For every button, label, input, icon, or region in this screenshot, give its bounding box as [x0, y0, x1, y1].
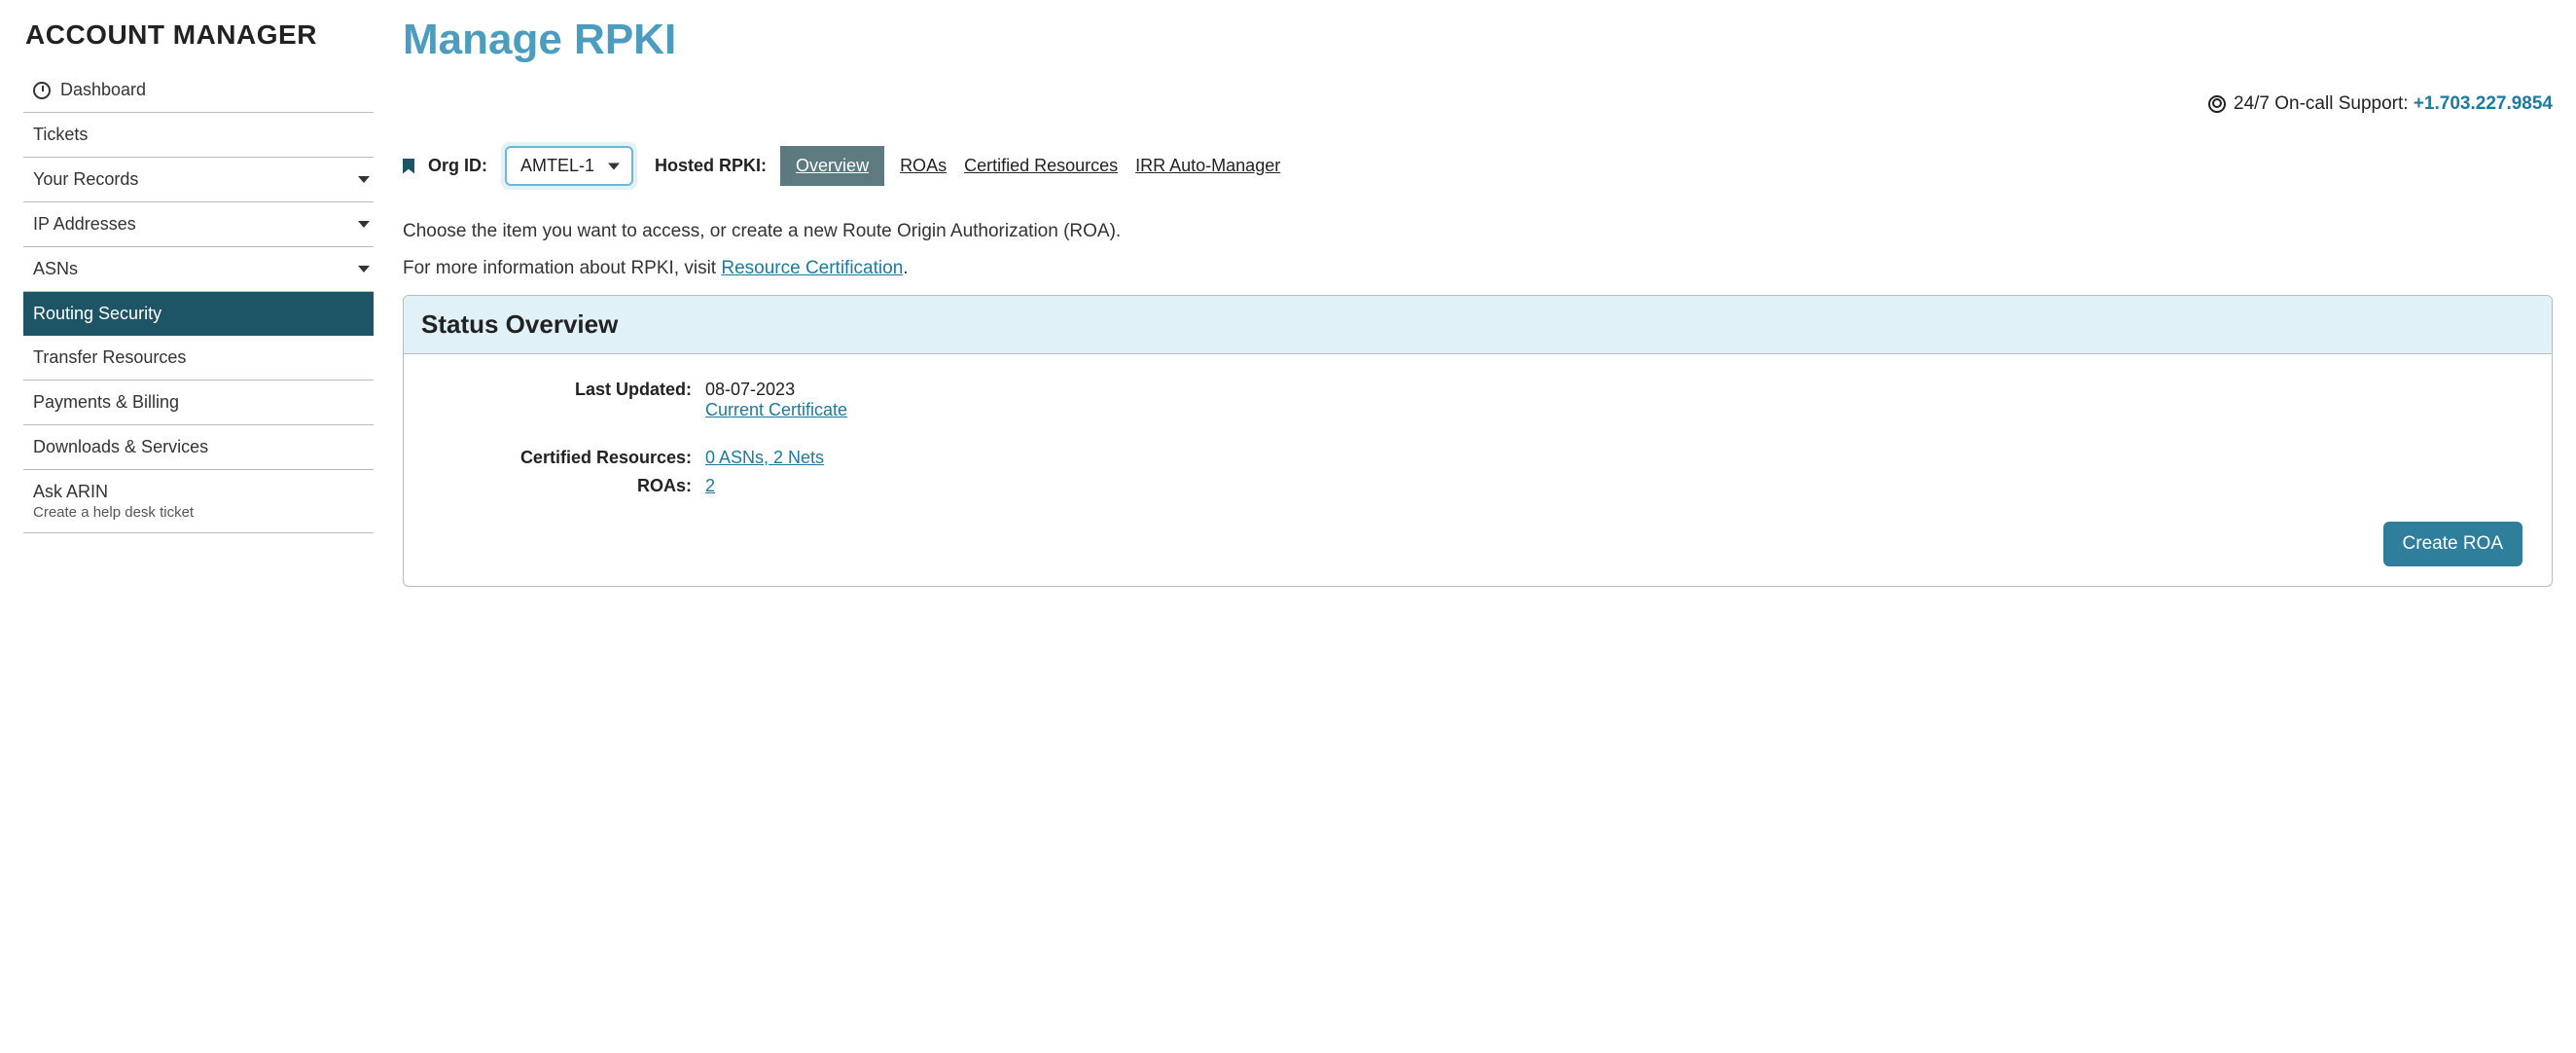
panel-actions: Create ROA: [433, 504, 2522, 566]
create-roa-button[interactable]: Create ROA: [2383, 522, 2522, 566]
sidebar-title: ACCOUNT MANAGER: [23, 19, 374, 51]
certified-resources-label: Certified Resources:: [433, 448, 705, 468]
sidebar-item-payments-billing[interactable]: Payments & Billing: [23, 381, 374, 425]
chevron-down-icon: [358, 176, 370, 183]
chevron-down-icon: [358, 221, 370, 228]
sidebar-item-label: Tickets: [33, 125, 88, 145]
sidebar-item-your-records[interactable]: Your Records: [23, 158, 374, 202]
sidebar-item-routing-security[interactable]: Routing Security: [23, 292, 374, 336]
sidebar-item-label: Dashboard: [60, 80, 146, 100]
sidebar-item-label: ASNs: [33, 259, 78, 279]
last-updated-label: Last Updated:: [433, 380, 705, 420]
org-id-value: AMTEL-1: [520, 156, 594, 176]
status-overview-panel: Status Overview Last Updated: 08-07-2023…: [403, 295, 2553, 587]
tab-overview[interactable]: Overview: [780, 146, 884, 186]
support-phone[interactable]: +1.703.227.9854: [2414, 93, 2553, 114]
intro-prefix: For more information about RPKI, visit: [403, 258, 721, 278]
bookmark-icon: [403, 159, 414, 174]
last-updated-value: 08-07-2023: [705, 380, 847, 400]
hosted-rpki-label: Hosted RPKI:: [655, 156, 767, 176]
tab-roas[interactable]: ROAs: [898, 148, 948, 184]
main-content: Manage RPKI 24/7 On-call Support: +1.703…: [403, 19, 2553, 587]
resource-certification-link[interactable]: Resource Certification: [721, 258, 903, 278]
support-label: 24/7 On-call Support:: [2234, 93, 2414, 114]
intro-suffix: .: [903, 258, 908, 278]
sidebar-item-label: Downloads & Services: [33, 437, 208, 457]
intro-line-2: For more information about RPKI, visit R…: [403, 258, 2553, 279]
user-icon: [2208, 95, 2226, 113]
tab-certified-resources[interactable]: Certified Resources: [962, 148, 1120, 184]
sidebar-item-ask-arin[interactable]: Ask ARIN Create a help desk ticket: [23, 470, 374, 533]
panel-body: Last Updated: 08-07-2023 Current Certifi…: [404, 354, 2552, 586]
sidebar-item-label: Payments & Billing: [33, 392, 179, 413]
certified-resources-link[interactable]: 0 ASNs, 2 Nets: [705, 448, 824, 467]
row-certified-resources: Certified Resources: 0 ASNs, 2 Nets: [433, 448, 2522, 468]
current-certificate-link[interactable]: Current Certificate: [705, 400, 847, 419]
sidebar-item-asns[interactable]: ASNs: [23, 247, 374, 292]
chevron-down-icon: [358, 266, 370, 272]
dashboard-icon: [33, 82, 51, 99]
sidebar-item-tickets[interactable]: Tickets: [23, 113, 374, 158]
sidebar-item-label: Transfer Resources: [33, 347, 186, 368]
sidebar-item-transfer-resources[interactable]: Transfer Resources: [23, 336, 374, 381]
support-line: 24/7 On-call Support: +1.703.227.9854: [403, 93, 2553, 115]
org-id-label: Org ID:: [428, 156, 487, 176]
org-id-select[interactable]: AMTEL-1: [505, 146, 633, 186]
roas-link[interactable]: 2: [705, 476, 715, 495]
sidebar-item-dashboard[interactable]: Dashboard: [23, 68, 374, 113]
panel-title: Status Overview: [404, 296, 2552, 354]
sidebar-item-ip-addresses[interactable]: IP Addresses: [23, 202, 374, 247]
intro-line-1: Choose the item you want to access, or c…: [403, 221, 2553, 242]
row-roas: ROAs: 2: [433, 476, 2522, 496]
sidebar-item-label: Routing Security: [33, 304, 161, 324]
row-last-updated: Last Updated: 08-07-2023 Current Certifi…: [433, 380, 2522, 420]
sidebar-item-label: Ask ARIN: [33, 482, 108, 501]
chevron-down-icon: [608, 163, 620, 169]
toolbar: Org ID: AMTEL-1 Hosted RPKI: Overview RO…: [403, 142, 2553, 190]
page-title: Manage RPKI: [403, 16, 2553, 64]
sidebar-item-sublabel: Create a help desk ticket: [33, 504, 194, 521]
tab-irr-auto-manager[interactable]: IRR Auto-Manager: [1133, 148, 1282, 184]
org-select-wrap: AMTEL-1: [501, 142, 637, 190]
sidebar-item-label: IP Addresses: [33, 214, 136, 235]
roas-label: ROAs:: [433, 476, 705, 496]
sidebar-item-downloads-services[interactable]: Downloads & Services: [23, 425, 374, 470]
sidebar-item-label: Your Records: [33, 169, 138, 190]
sidebar: ACCOUNT MANAGER Dashboard Tickets Your R…: [23, 19, 374, 587]
nav-list: Dashboard Tickets Your Records IP Addres…: [23, 68, 374, 533]
